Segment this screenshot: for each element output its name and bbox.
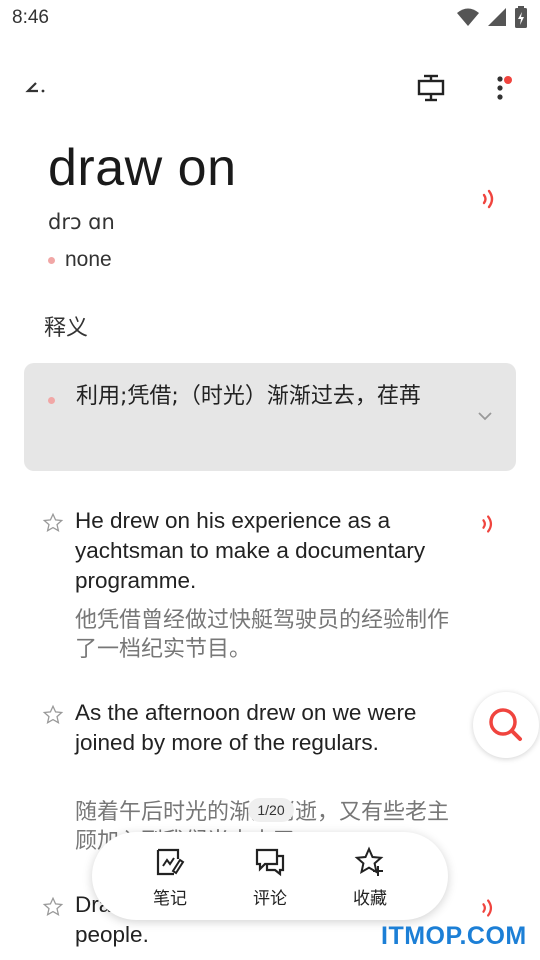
back-arrow-icon: [25, 82, 45, 93]
page-indicator: 1/20: [248, 798, 294, 822]
speaker-icon[interactable]: [476, 894, 504, 922]
word-tag: none: [48, 248, 112, 272]
more-vertical-icon: [497, 76, 503, 100]
notification-dot: [504, 76, 512, 84]
search-icon: [489, 708, 522, 741]
note-label: 笔记: [153, 889, 187, 909]
back-button[interactable]: [20, 70, 64, 106]
star-add-icon: [354, 846, 384, 876]
star-outline-icon[interactable]: [42, 704, 64, 726]
comment-icon: [255, 848, 285, 877]
note-edit-icon: [156, 848, 185, 876]
screen-mode-button[interactable]: [408, 68, 454, 108]
tag-text: none: [65, 248, 112, 271]
favorite-label: 收藏: [353, 889, 387, 909]
definition-text: 利用;凭借;（时光）渐渐过去，荏苒: [76, 384, 421, 409]
star-outline-icon[interactable]: [42, 512, 64, 534]
comment-label: 评论: [253, 889, 287, 909]
status-icons: [456, 6, 528, 28]
example-chinese: 他凭借曾经做过快艇驾驶员的经验制作了一档纪实节目。: [75, 608, 450, 662]
battery-icon: [515, 6, 527, 28]
definition-dot: [48, 397, 55, 404]
signal-icon: [488, 8, 506, 26]
status-time: 8:46: [12, 7, 49, 28]
note-button[interactable]: 笔记: [130, 846, 210, 910]
search-button[interactable]: [473, 692, 539, 758]
wifi-icon: [457, 8, 479, 26]
chevron-down-icon[interactable]: [474, 405, 496, 427]
bottom-action-bar: 笔记 评论 收藏: [92, 832, 448, 920]
example-english: He drew on his experience as a yachtsman…: [75, 508, 426, 593]
section-label-definition: 释义: [44, 316, 89, 341]
speaker-icon: [482, 189, 494, 209]
watermark-logo: ITMOP.COM: [381, 922, 527, 950]
example-english: As the afternoon drew on we were joined …: [75, 700, 417, 755]
screen-display-icon: [417, 74, 445, 102]
tag-dot: [48, 256, 55, 264]
speaker-icon[interactable]: [476, 510, 504, 538]
toolbar: [0, 60, 540, 116]
phonetic: drɔ ɑn: [48, 210, 115, 234]
favorite-button[interactable]: 收藏: [330, 846, 410, 910]
pronounce-button[interactable]: [476, 184, 506, 214]
definition-card[interactable]: 利用;凭借;（时光）渐渐过去，荏苒: [24, 363, 516, 471]
more-options-button[interactable]: [480, 68, 520, 108]
star-outline-icon[interactable]: [42, 896, 64, 918]
status-bar: 8:46: [0, 0, 540, 36]
word-title: draw on: [48, 139, 237, 197]
comment-button[interactable]: 评论: [230, 846, 310, 910]
